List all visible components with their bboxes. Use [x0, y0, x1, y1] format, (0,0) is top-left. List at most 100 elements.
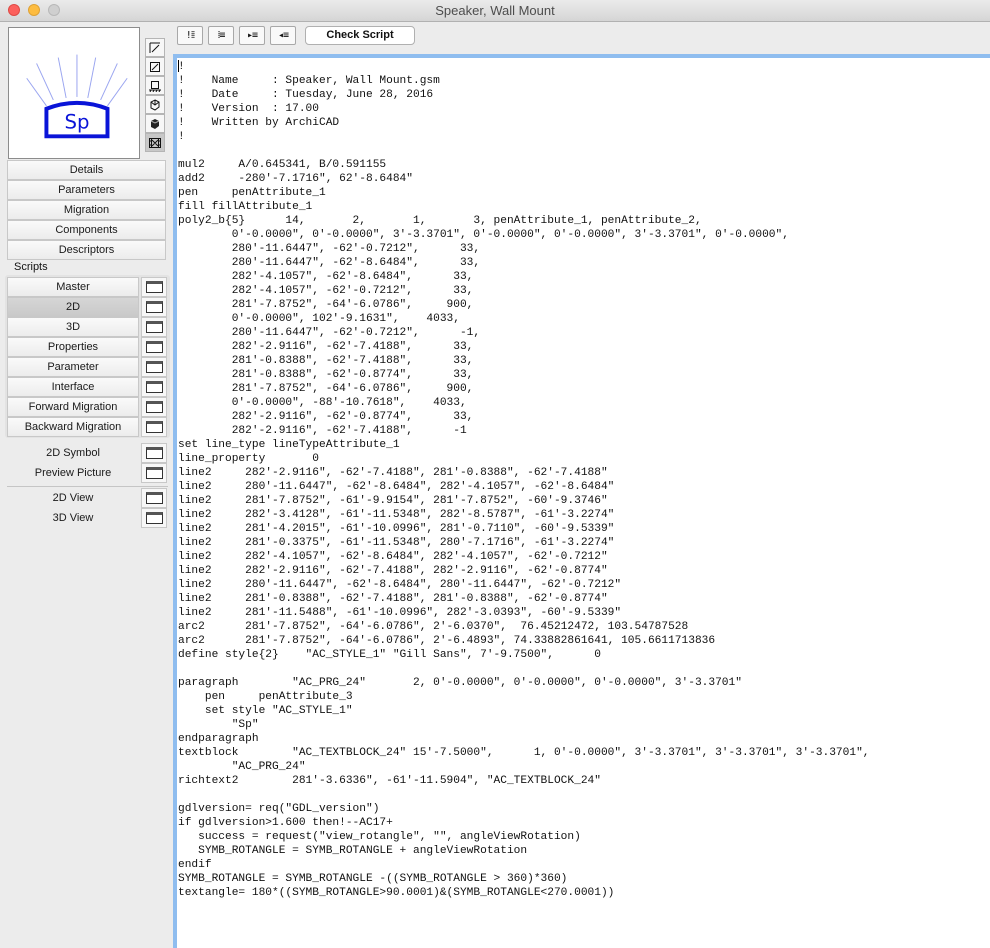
script-row-forward-migration: Forward Migration — [7, 397, 168, 417]
descriptors-button[interactable]: Descriptors — [7, 240, 166, 260]
code-line: line2 280'-11.6447", -62'-8.6484", 280'-… — [178, 579, 622, 591]
code-line: mul2 A/0.645341, B/0.591155 — [178, 159, 387, 171]
code-line: 281'-7.8752", -64'-6.0786", 900, — [178, 299, 474, 311]
code-line: SYMB_ROTANGLE = SYMB_ROTANGLE + angleVie… — [178, 845, 528, 857]
code-line: 282'-2.9116", -62'-7.4188", -1 — [178, 425, 467, 437]
code-text[interactable]: ! ! Name : Speaker, Wall Mount.gsm ! Date … — [178, 60, 870, 900]
code-line: "AC_PRG_24" — [178, 761, 306, 773]
open-master-window-button[interactable] — [141, 277, 167, 297]
components-button[interactable]: Components — [7, 220, 166, 240]
open-preview-picture-window-button[interactable] — [141, 463, 167, 483]
comment-button[interactable]: !⁞⁞ — [177, 26, 203, 45]
text-cursor — [178, 60, 179, 72]
code-line: pen penAttribute_1 — [178, 187, 326, 199]
uncomment-button[interactable]: ⁞≡ — [208, 26, 234, 45]
code-line: line2 281'-0.8388", -62'-7.4188", 281'-0… — [178, 593, 608, 605]
code-line: 0'-0.0000", -88'-10.7618", 4033, — [178, 397, 467, 409]
code-line: line2 282'-2.9116", -62'-7.4188", 282'-2… — [178, 565, 608, 577]
plan-view-button[interactable] — [145, 38, 165, 57]
sidebar-divider — [7, 486, 168, 487]
3d-view-label[interactable]: 3D View — [7, 508, 139, 528]
script-row-parameter: Parameter — [7, 357, 168, 377]
3d-wire-button[interactable] — [145, 95, 165, 114]
details-button[interactable]: Details — [7, 160, 166, 180]
ray — [36, 63, 54, 101]
check-script-button[interactable]: Check Script — [305, 26, 415, 45]
open-3d-view-window-button[interactable] — [141, 508, 167, 528]
code-line: arc2 281'-7.8752", -64'-6.0786", 2'-6.48… — [178, 635, 716, 647]
script-interface-button[interactable]: Interface — [7, 377, 139, 397]
indent-button[interactable]: ▸≡ — [239, 26, 265, 45]
code-line: 282'-2.9116", -62'-7.4188", 33, — [178, 341, 474, 353]
script-editor[interactable]: ! ! Name : Speaker, Wall Mount.gsm ! Date … — [173, 54, 990, 948]
code-line: line2 281'-0.3375", -61'-11.5348", 280'-… — [178, 537, 615, 549]
parameters-button[interactable]: Parameters — [7, 180, 166, 200]
script-properties-button[interactable]: Properties — [7, 337, 139, 357]
code-line: 0'-0.0000", 0'-0.0000", 3'-3.3701", 0'-0… — [178, 229, 789, 241]
code-line: 281'-0.8388", -62'-7.4188", 33, — [178, 355, 474, 367]
window-icon — [145, 341, 163, 353]
window-title: Speaker, Wall Mount — [435, 3, 555, 18]
script-2d-button[interactable]: 2D — [7, 297, 139, 317]
uncomment-icon: ⁞≡ — [217, 30, 226, 41]
code-line: line2 281'-4.2015", -61'-10.0996", 281'-… — [178, 523, 615, 535]
script-3d-button[interactable]: 3D — [7, 317, 139, 337]
code-line: 281'-0.8388", -62'-0.8774", 33, — [178, 369, 474, 381]
open-3d-window-button[interactable] — [141, 317, 167, 337]
window-icon — [145, 381, 163, 393]
code-line: endparagraph — [178, 733, 259, 745]
sound-rays — [26, 54, 128, 107]
script-parameter-button[interactable]: Parameter — [7, 357, 139, 377]
outdent-button[interactable]: ◂≡ — [270, 26, 296, 45]
code-line: line2 281'-7.8752", -61'-9.9154", 281'-7… — [178, 495, 608, 507]
code-line: richtext2 281'-3.6336", -61'-11.5904", "… — [178, 775, 601, 787]
code-line: ! Written by ArchiCAD — [178, 117, 340, 129]
migration-button[interactable]: Migration — [7, 200, 166, 220]
open-interface-window-button[interactable] — [141, 377, 167, 397]
2d-view-label[interactable]: 2D View — [7, 488, 139, 508]
code-line: line2 282'-2.9116", -62'-7.4188", 281'-0… — [178, 467, 608, 479]
open-backward-migration-window-button[interactable] — [141, 417, 167, 437]
window-icon — [145, 467, 163, 479]
script-backward-migration-button[interactable]: Backward Migration — [7, 417, 139, 437]
preview-label: Sp — [64, 110, 89, 133]
open-2d-window-button[interactable] — [141, 297, 167, 317]
code-line: endif — [178, 859, 212, 871]
open-2d-symbol-window-button[interactable] — [141, 443, 167, 463]
open-2d-view-window-button[interactable] — [141, 488, 167, 508]
preview-picture-label[interactable]: Preview Picture — [7, 463, 139, 483]
script-row-master: Master — [7, 277, 168, 297]
elevation-view-button[interactable] — [145, 76, 165, 95]
preview-picture-row: Preview Picture — [7, 463, 168, 483]
2d-view-button[interactable] — [145, 57, 165, 76]
window-icon — [145, 301, 163, 313]
code-line: line2 281'-11.5488", -61'-10.0996", 282'… — [178, 607, 622, 619]
code-line: 282'-4.1057", -62'-8.6484", 33, — [178, 271, 474, 283]
open-properties-window-button[interactable] — [141, 337, 167, 357]
preview-picture-button[interactable] — [145, 133, 165, 152]
ray — [26, 77, 47, 107]
code-line: 280'-11.6447", -62'-8.6484", 33, — [178, 257, 481, 269]
film-icon — [149, 137, 161, 148]
window-icon — [145, 492, 163, 504]
code-line: textblock "AC_TEXTBLOCK_24" 15'-7.5000",… — [178, 747, 870, 759]
script-forward-migration-button[interactable]: Forward Migration — [7, 397, 139, 417]
code-line: 282'-4.1057", -62'-0.7212", 33, — [178, 285, 474, 297]
code-line: line_property 0 — [178, 453, 319, 465]
script-master-button[interactable]: Master — [7, 277, 139, 297]
window-icon — [145, 421, 163, 433]
comment-icon: !⁞⁞ — [185, 30, 196, 41]
code-line: set line_type lineTypeAttribute_1 — [178, 439, 400, 451]
open-parameter-window-button[interactable] — [141, 357, 167, 377]
2d-symbol-label[interactable]: 2D Symbol — [7, 443, 139, 463]
code-line: ! — [178, 131, 185, 143]
open-forward-migration-window-button[interactable] — [141, 397, 167, 417]
3d-solid-button[interactable] — [145, 114, 165, 133]
3d-view-row: 3D View — [7, 508, 168, 528]
window-icon — [145, 512, 163, 524]
ray — [87, 57, 97, 99]
indent-icon: ▸≡ — [246, 30, 258, 41]
code-line: fill fillAttribute_1 — [178, 201, 313, 213]
